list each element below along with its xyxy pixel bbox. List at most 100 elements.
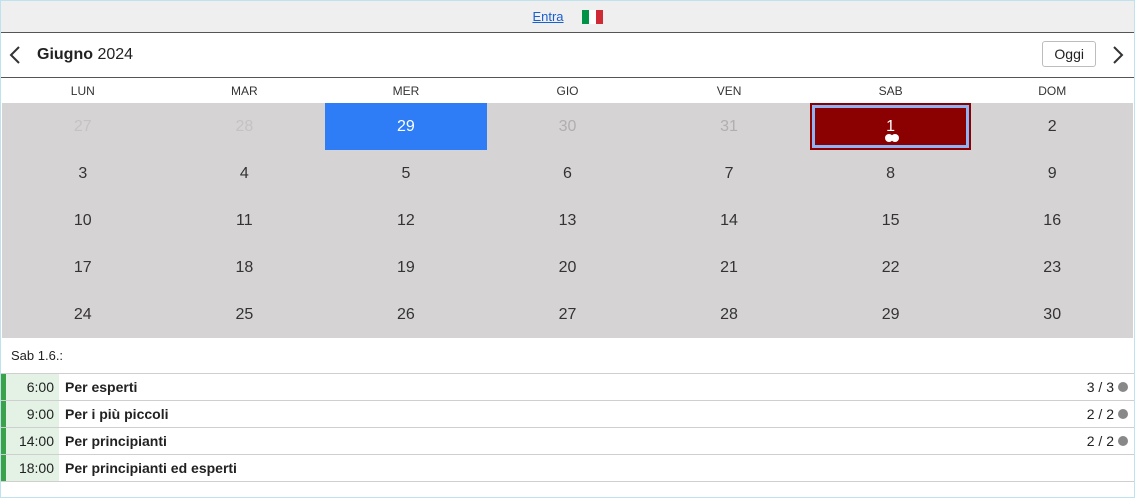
day-number: 15	[881, 211, 900, 229]
day-number: 11	[236, 211, 253, 229]
capacity-text: 2 / 2	[1086, 406, 1114, 422]
day-number: 20	[558, 258, 577, 276]
day-cell[interactable]: 18	[164, 244, 326, 291]
day-cell[interactable]: 12	[325, 197, 487, 244]
day-number: 28	[720, 305, 738, 323]
day-number: 6	[563, 164, 572, 182]
day-cell[interactable]: 8	[810, 150, 972, 197]
day-cell[interactable]: 9	[971, 150, 1133, 197]
event-title: Per principianti ed esperti	[65, 460, 237, 476]
day-cell[interactable]: 2	[971, 103, 1133, 150]
day-cell[interactable]: 27	[2, 103, 164, 150]
day-cell[interactable]: 14	[648, 197, 810, 244]
event-capacity: 3 / 3	[1087, 379, 1134, 395]
event-row[interactable]: 6:00 Per esperti 3 / 3	[1, 374, 1134, 401]
day-number: 26	[397, 305, 415, 323]
day-cell[interactable]: 30	[971, 291, 1133, 338]
event-time: 14:00	[1, 428, 59, 454]
day-number: 28	[235, 117, 254, 135]
day-cell[interactable]: 10	[2, 197, 164, 244]
day-number: 16	[1043, 211, 1062, 229]
event-dots-icon	[884, 134, 899, 142]
day-number: 8	[886, 164, 896, 182]
status-dot-icon	[1118, 436, 1128, 446]
weekday-mer: MER	[392, 83, 420, 98]
day-cell[interactable]: 31	[648, 103, 810, 150]
event-time: 9:00	[1, 401, 59, 427]
day-number: 24	[73, 305, 92, 323]
day-number: 2	[1047, 117, 1057, 135]
day-number: 1	[886, 117, 896, 135]
day-cell[interactable]: 7	[648, 150, 810, 197]
weekday-sab: SAB	[878, 83, 903, 98]
day-cell[interactable]: 29	[325, 103, 487, 150]
day-cell[interactable]: 13	[487, 197, 649, 244]
day-cell[interactable]: 23	[971, 244, 1133, 291]
booking-calendar-app: Entra Giugno 2024 Oggi LUN MAR MER GIO VEN SA…	[0, 0, 1135, 498]
day-cell[interactable]: 29	[810, 291, 972, 338]
day-cell[interactable]: 11	[164, 197, 326, 244]
event-time: 18:00	[1, 455, 59, 481]
day-number: 4	[239, 164, 249, 182]
day-cell[interactable]: 30	[487, 103, 649, 150]
day-cell[interactable]: 27	[487, 291, 649, 338]
day-cell[interactable]: 25	[164, 291, 326, 338]
day-cell[interactable]: 24	[2, 291, 164, 338]
day-cell[interactable]: 22	[810, 244, 972, 291]
day-number: 29	[881, 305, 900, 323]
day-number: 9	[1047, 164, 1057, 182]
day-cell[interactable]: 4	[164, 150, 326, 197]
day-number: 5	[401, 164, 411, 182]
day-number: 22	[881, 258, 900, 276]
day-cell[interactable]: 28	[648, 291, 810, 338]
day-number: 27	[73, 117, 92, 135]
day-number: 30	[558, 117, 577, 135]
today-button[interactable]: Oggi	[1042, 41, 1096, 67]
next-month-button[interactable]	[1104, 33, 1132, 77]
chevron-right-icon	[1113, 46, 1124, 64]
event-capacity: 2 / 2	[1087, 433, 1134, 449]
event-title: Per i più piccoli	[65, 406, 169, 422]
day-cell[interactable]: 1	[809, 103, 972, 150]
day-cell[interactable]: 28	[164, 103, 326, 150]
event-title: Per esperti	[65, 379, 138, 395]
day-cell[interactable]: 19	[325, 244, 487, 291]
day-cell[interactable]: 15	[810, 197, 972, 244]
day-number: 19	[397, 258, 415, 276]
month-title: Giugno 2024	[37, 46, 133, 64]
weekday-gio: GIO	[556, 83, 579, 98]
weekday-mar: MAR	[231, 83, 258, 98]
day-cell[interactable]: 3	[2, 150, 164, 197]
day-number: 30	[1043, 305, 1062, 323]
day-cell[interactable]: 20	[487, 244, 649, 291]
italian-flag-icon[interactable]	[581, 9, 603, 24]
event-row[interactable]: 18:00 Per principianti ed esperti	[1, 455, 1134, 482]
day-number: 17	[73, 258, 92, 276]
month-grid: 27 28 29 30 31 1 2 3 4 5 6 7 8 9 10 11 12 13 14 15 16 17 18 19 2…	[2, 103, 1133, 338]
status-dot-icon	[1118, 409, 1128, 419]
event-list: 6:00 Per esperti 3 / 3 9:00 Per i più piccol…	[1, 373, 1134, 482]
chevron-left-icon	[9, 46, 20, 64]
month-name: Giugno	[37, 46, 93, 63]
top-bar: Entra	[1, 1, 1134, 33]
day-number: 13	[558, 211, 577, 229]
weekday-dom: DOM	[1038, 83, 1067, 98]
event-time: 6:00	[1, 374, 59, 400]
day-cell[interactable]: 21	[648, 244, 810, 291]
calendar-header: Giugno 2024 Oggi	[1, 33, 1134, 78]
day-number: 31	[720, 117, 738, 135]
event-row[interactable]: 14:00 Per principianti 2 / 2	[1, 428, 1134, 455]
weekday-header: LUN MAR MER GIO VEN SAB DOM	[1, 78, 1134, 103]
event-row[interactable]: 9:00 Per i più piccoli 2 / 2	[1, 401, 1134, 428]
capacity-text: 3 / 3	[1086, 379, 1114, 395]
year: 2024	[97, 46, 134, 63]
day-cell[interactable]: 6	[487, 150, 649, 197]
day-cell[interactable]: 5	[325, 150, 487, 197]
day-number: 3	[78, 164, 88, 182]
day-cell[interactable]: 26	[325, 291, 487, 338]
day-cell[interactable]: 17	[2, 244, 164, 291]
previous-month-button[interactable]	[1, 33, 29, 77]
day-cell[interactable]: 16	[971, 197, 1133, 244]
weekday-lun: LUN	[70, 83, 95, 98]
login-link[interactable]: Entra	[532, 9, 563, 24]
